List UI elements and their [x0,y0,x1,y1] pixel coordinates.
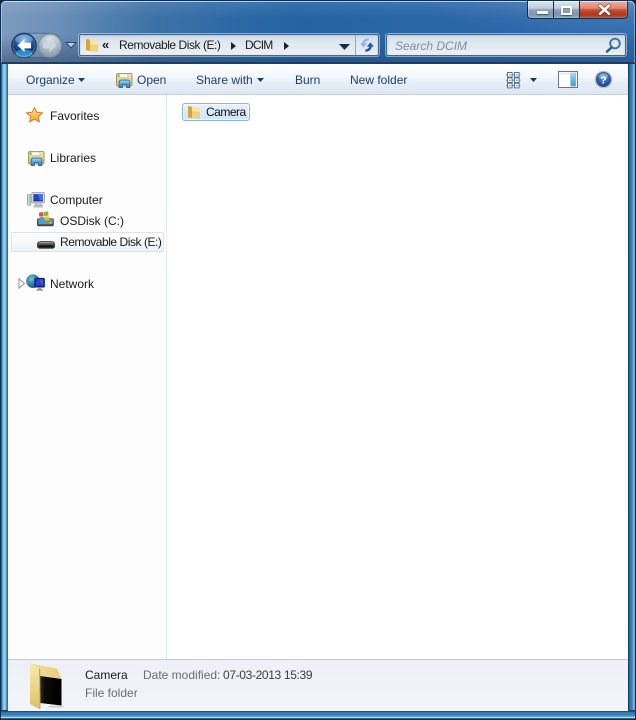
svg-text:?: ? [600,75,606,87]
